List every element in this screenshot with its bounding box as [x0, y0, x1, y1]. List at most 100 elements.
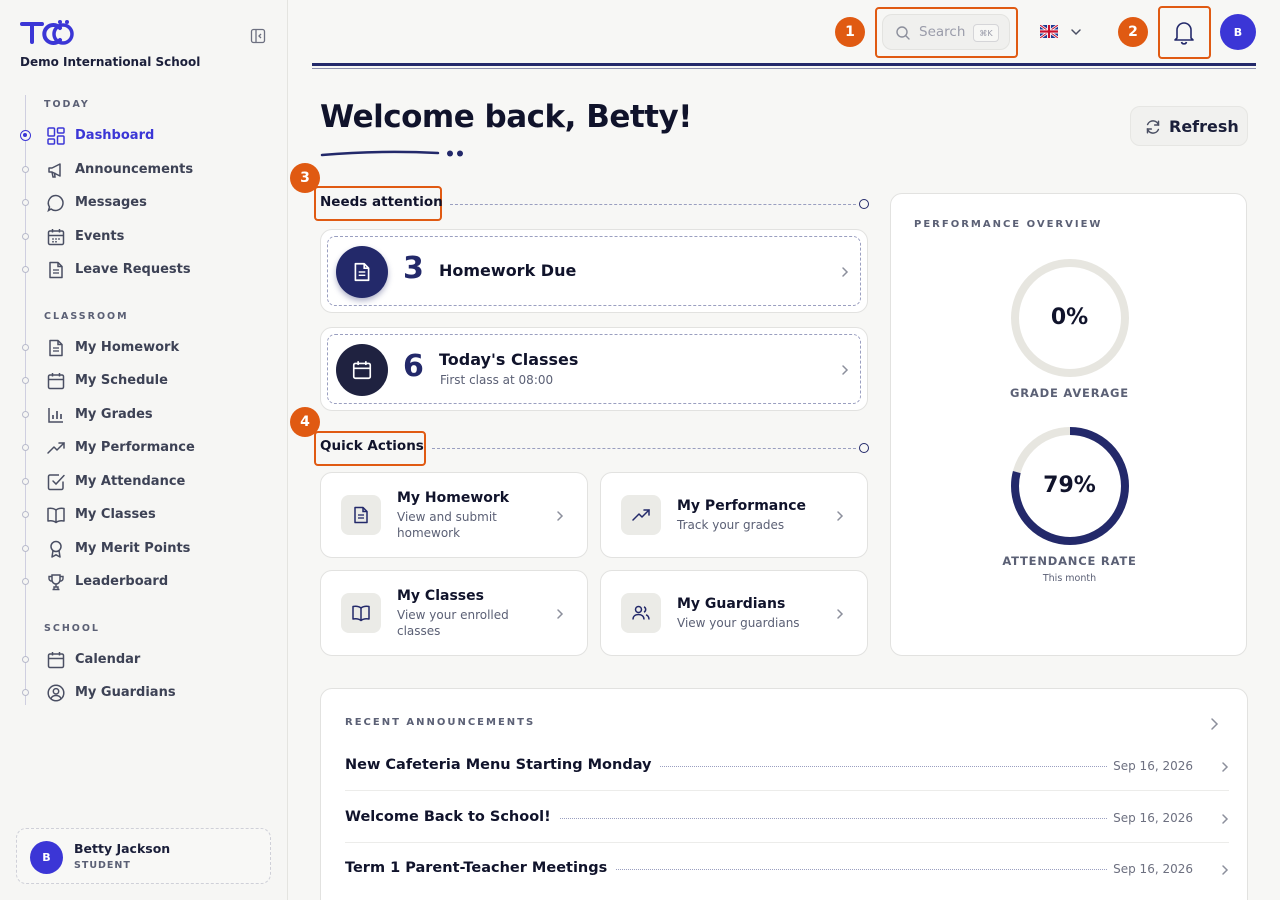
language-selector[interactable] [1038, 22, 1084, 44]
sidebar-item-my-grades[interactable]: My Grades [20, 401, 270, 429]
chevron-right-icon [837, 609, 844, 619]
homework-due-title: Homework Due [439, 261, 577, 280]
notifications-button[interactable] [1162, 10, 1206, 54]
quick-action-desc: Track your grades [677, 518, 785, 532]
announcement-date: Sep 16, 2026 [1107, 811, 1193, 825]
logo-icon [20, 20, 74, 45]
trophy-icon [48, 574, 64, 591]
user-name: Betty Jackson [74, 841, 171, 856]
user-profile-card[interactable]: B Betty Jackson STUDENT [16, 828, 271, 884]
refresh-icon [1146, 120, 1160, 134]
dashboard-icon [47, 127, 65, 145]
sidebar-item-my-merit-points[interactable]: My Merit Points [20, 535, 270, 563]
school-logo[interactable] [20, 18, 74, 46]
sidebar-item-label: My Schedule [75, 373, 168, 388]
sidebar-item-leave-requests[interactable]: Leave Requests [20, 256, 270, 284]
recent-announcements-card: RECENT ANNOUNCEMENTS New Cafeteria Menu … [320, 688, 1248, 900]
header-divider [312, 63, 1256, 66]
nav-timeline [25, 95, 26, 705]
trending-up-icon [47, 442, 65, 454]
recent-announcements-title: RECENT ANNOUNCEMENTS [345, 717, 536, 728]
user-avatar-button[interactable]: B [1220, 14, 1256, 50]
header-divider-thin [312, 68, 1256, 69]
search-placeholder: Search [919, 24, 966, 40]
sidebar-item-label: Leave Requests [75, 262, 191, 277]
sidebar-item-my-guardians[interactable]: My Guardians [20, 679, 270, 707]
search-input[interactable]: Search ⌘K [882, 14, 1010, 50]
quick-action-desc: View and submit homework [397, 510, 497, 540]
nav-dot [22, 545, 29, 552]
nav-dot [22, 266, 29, 273]
sidebar-item-label: Events [75, 229, 125, 244]
sidebar-item-my-homework[interactable]: My Homework [20, 334, 270, 362]
todays-classes-count: 6 [403, 349, 424, 384]
quick-action-title: My Classes [397, 588, 484, 604]
nav-dot [20, 130, 31, 141]
performance-overview-card: PERFORMANCE OVERVIEW 0% GRADE AVERAGE 79… [890, 193, 1247, 656]
quick-action-title: My Performance [677, 498, 807, 514]
sidebar-item-label: My Performance [75, 440, 195, 455]
sidebar-item-label: My Guardians [75, 685, 176, 700]
document-icon [49, 261, 63, 279]
callout-marker-2: 2 [1118, 17, 1148, 47]
section-ring-marker [859, 443, 869, 453]
chevron-right-icon [842, 365, 849, 375]
calendar-icon [47, 229, 65, 246]
announcement-row[interactable]: Term 1 Parent-Teacher Meetings Sep 16, 2… [345, 850, 1229, 890]
sidebar-item-my-attendance[interactable]: My Attendance [20, 468, 270, 496]
chevron-right-icon [1222, 865, 1229, 875]
calendar-icon [352, 361, 372, 380]
sidebar-item-label: My Merit Points [75, 541, 191, 556]
homework-badge [336, 246, 388, 298]
sidebar-item-my-schedule[interactable]: My Schedule [20, 367, 270, 395]
sidebar-item-messages[interactable]: Messages [20, 189, 270, 217]
nav-dot [22, 166, 29, 173]
announcement-title: Term 1 Parent-Teacher Meetings [345, 860, 616, 876]
grade-average-value: 0% [1050, 305, 1089, 330]
quick-action-my-classes[interactable]: My Classes View your enrolled classes [320, 570, 588, 656]
quick-action-my-homework[interactable]: My Homework View and submit homework [320, 472, 588, 558]
homework-due-card[interactable]: 3 Homework Due [320, 229, 868, 313]
sidebar-item-leaderboard[interactable]: Leaderboard [20, 568, 270, 596]
calendar-icon [47, 652, 65, 669]
quick-action-my-guardians[interactable]: My Guardians View your guardians [600, 570, 868, 656]
section-label-classroom: CLASSROOM [44, 311, 129, 322]
chevron-right-icon [557, 511, 564, 521]
sidebar-item-label: Leaderboard [75, 574, 169, 589]
todays-classes-title: Today's Classes [439, 350, 579, 369]
sidebar-item-my-classes[interactable]: My Classes [20, 501, 270, 529]
chevron-down-icon [1071, 29, 1081, 36]
sidebar-item-calendar[interactable]: Calendar [20, 646, 270, 674]
view-all-announcements-chevron-icon[interactable] [1209, 717, 1219, 731]
todays-classes-card[interactable]: 6 Today's Classes First class at 08:00 [320, 327, 868, 411]
announcement-date: Sep 16, 2026 [1107, 862, 1193, 876]
homework-due-count: 3 [403, 251, 424, 286]
document-icon [49, 339, 63, 357]
sidebar-item-my-performance[interactable]: My Performance [20, 434, 270, 462]
uk-flag-icon [1040, 25, 1058, 38]
sidebar-item-events[interactable]: Events [20, 223, 270, 251]
checkbox-icon [47, 474, 65, 491]
refresh-button[interactable]: Refresh [1130, 106, 1248, 146]
nav-dot [22, 656, 29, 663]
quick-action-my-performance[interactable]: My Performance Track your grades [600, 472, 868, 558]
sidebar: Demo International School TODAY Dashboar… [0, 0, 288, 900]
sidebar-item-label: My Grades [75, 407, 153, 422]
collapse-sidebar-button[interactable] [250, 28, 266, 44]
quick-action-icon-box [341, 593, 381, 633]
nav-dot [22, 511, 29, 518]
announcement-date: Sep 16, 2026 [1107, 759, 1193, 773]
message-icon [47, 194, 64, 213]
document-icon [354, 506, 368, 524]
row-separator [345, 790, 1229, 791]
user-circle-icon [47, 684, 65, 702]
sidebar-item-announcements[interactable]: Announcements [20, 156, 270, 184]
announcement-row[interactable]: Welcome Back to School! Sep 16, 2026 [345, 799, 1229, 839]
announcement-row[interactable]: New Cafeteria Menu Starting Monday Sep 1… [345, 747, 1229, 787]
book-icon [352, 605, 370, 622]
sidebar-item-dashboard[interactable]: Dashboard [20, 122, 270, 150]
chevron-right-icon [1222, 814, 1229, 824]
section-label-school: SCHOOL [44, 623, 100, 634]
section-ring-marker [859, 199, 869, 209]
nav-dot [22, 344, 29, 351]
